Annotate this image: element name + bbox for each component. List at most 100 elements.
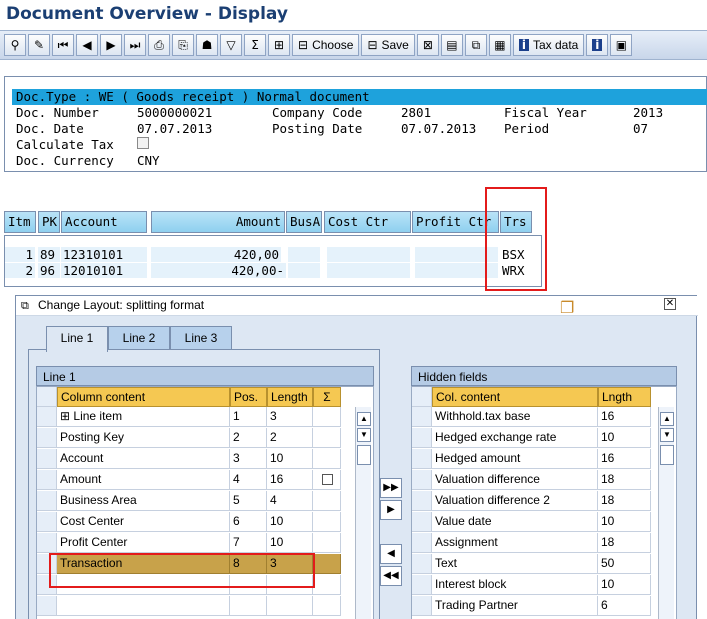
tab-line-1[interactable]: Line 1 [46, 326, 108, 352]
tax-data-button[interactable]: i Tax data [512, 34, 585, 56]
display-icon[interactable]: ⚲ [4, 34, 26, 56]
scrollbar-thumb[interactable] [357, 445, 371, 465]
col-header-itm[interactable]: Itm [4, 211, 36, 233]
length-cell[interactable]: 2 [267, 428, 313, 448]
row-selector[interactable] [37, 533, 57, 553]
info-icon[interactable]: i [586, 34, 609, 56]
lngth-cell[interactable]: 18 [598, 533, 651, 553]
row-selector[interactable] [412, 596, 432, 616]
hidden-scrollbar[interactable]: ▲ ▼ [658, 407, 674, 619]
lngth-cell[interactable]: 6 [598, 596, 651, 616]
row-selector[interactable] [412, 470, 432, 490]
row-selector[interactable] [412, 428, 432, 448]
col-header-column-content[interactable]: Column content [57, 387, 230, 407]
row2-busa[interactable] [288, 263, 320, 278]
length-cell[interactable]: 10 [267, 449, 313, 469]
row-selector[interactable] [37, 470, 57, 490]
sum-cell[interactable] [313, 428, 341, 448]
row2-cost-ctr[interactable] [327, 263, 410, 278]
row-selector[interactable] [412, 512, 432, 532]
col-header-sum-icon[interactable]: Σ [313, 387, 341, 407]
lngth-cell[interactable]: 10 [598, 575, 651, 595]
copy-icon[interactable]: ⧉ [464, 34, 487, 56]
choose-button[interactable]: ⊟ Choose [292, 34, 360, 56]
sum-cell[interactable] [313, 512, 341, 532]
col-content-cell[interactable]: Trading Partner [432, 596, 598, 616]
row-selector[interactable] [37, 512, 57, 532]
col-content-cell[interactable]: Assignment [432, 533, 598, 553]
scroll-down-icon[interactable]: ▼ [660, 428, 674, 442]
grid-icon[interactable]: ▦ [488, 34, 511, 56]
column-content-cell[interactable]: Amount [57, 470, 230, 490]
first-page-icon[interactable]: ⏮ [52, 34, 74, 56]
col-content-cell[interactable]: Hedged exchange rate [432, 428, 598, 448]
filter-icon[interactable]: ▽ [220, 34, 242, 56]
scrollbar-thumb[interactable] [660, 445, 674, 465]
pos-cell[interactable]: 7 [230, 533, 267, 553]
print-icon[interactable]: ⎙ [148, 34, 170, 56]
move-right-icon[interactable]: ▶ [380, 500, 402, 520]
row-selector[interactable] [412, 554, 432, 574]
row-selector[interactable] [37, 428, 57, 448]
length-cell[interactable]: 10 [267, 512, 313, 532]
hidden-header-select[interactable] [412, 387, 432, 407]
row-selector[interactable] [412, 575, 432, 595]
row2-pk[interactable]: 96 [38, 263, 60, 278]
row2-account[interactable]: 12010101 [61, 263, 147, 278]
col-content-cell[interactable]: Text [432, 554, 598, 574]
row2-itm[interactable]: 2 [5, 263, 35, 278]
save-button[interactable]: ⊟ Save [361, 34, 415, 56]
sum-cell[interactable] [313, 407, 341, 427]
row1-cost-ctr[interactable] [327, 247, 410, 262]
pos-cell[interactable] [230, 596, 267, 616]
column-content-cell[interactable]: Cost Center [57, 512, 230, 532]
col-header-pk[interactable]: PK [38, 211, 60, 233]
sum-checkbox[interactable] [322, 474, 333, 485]
col-header-lngth[interactable]: Lngth [598, 387, 651, 407]
sum-cell[interactable] [313, 491, 341, 511]
col-header-busa[interactable]: BusA [286, 211, 322, 233]
row-selector[interactable] [37, 491, 57, 511]
row-selector[interactable] [37, 596, 57, 616]
row-selector[interactable] [412, 407, 432, 427]
lngth-cell[interactable]: 16 [598, 449, 651, 469]
col-header-pos[interactable]: Pos. [230, 387, 267, 407]
sum-cell[interactable] [313, 596, 341, 616]
row-selector[interactable] [37, 407, 57, 427]
lngth-cell[interactable]: 10 [598, 512, 651, 532]
pos-cell[interactable]: 4 [230, 470, 267, 490]
change-pencil-icon[interactable]: ✎ [28, 34, 50, 56]
col-content-cell[interactable]: Value date [432, 512, 598, 532]
col-content-cell[interactable]: Valuation difference [432, 470, 598, 490]
subtotal-icon[interactable]: ⊞ [268, 34, 290, 56]
column-content-cell[interactable]: ⊞ Line item [57, 407, 230, 427]
line1-header-select[interactable] [37, 387, 57, 407]
move-left-icon[interactable]: ◀ [380, 544, 402, 564]
close-icon[interactable]: ✕ [664, 298, 676, 310]
scroll-up-icon[interactable]: ▲ [660, 412, 674, 426]
col-content-cell[interactable]: Interest block [432, 575, 598, 595]
col-header-length[interactable]: Length [267, 387, 313, 407]
row1-itm[interactable]: 1 [5, 247, 35, 262]
col-header-cost-ctr[interactable]: Cost Ctr [324, 211, 411, 233]
length-cell[interactable]: 10 [267, 533, 313, 553]
row1-amount[interactable]: 420,00 [151, 247, 281, 262]
row1-account[interactable]: 12310101 [61, 247, 147, 262]
export-icon[interactable]: ⊠ [416, 34, 439, 56]
row1-busa[interactable] [288, 247, 320, 262]
pos-cell[interactable]: 5 [230, 491, 267, 511]
column-content-cell[interactable]: Account [57, 449, 230, 469]
move-all-right-icon[interactable]: ▶▶ [380, 478, 402, 498]
pos-cell[interactable]: 3 [230, 449, 267, 469]
col-content-cell[interactable]: Hedged amount [432, 449, 598, 469]
sum-cell[interactable] [313, 449, 341, 469]
length-cell[interactable] [267, 596, 313, 616]
line1-scrollbar[interactable]: ▲ ▼ [355, 407, 371, 619]
row1-pk[interactable]: 89 [38, 247, 60, 262]
lngth-cell[interactable]: 16 [598, 407, 651, 427]
row-selector[interactable] [412, 533, 432, 553]
last-page-icon[interactable]: ⏭ [124, 34, 146, 56]
move-all-left-icon[interactable]: ◀◀ [380, 566, 402, 586]
document-icon[interactable]: ▣ [610, 34, 633, 56]
scroll-down-icon[interactable]: ▼ [357, 428, 371, 442]
